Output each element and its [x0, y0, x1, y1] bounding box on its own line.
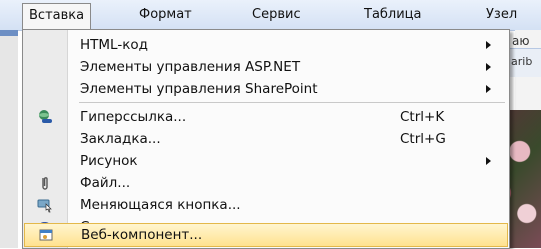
menu-item-hyperlink[interactable]: Гиперссылка... Ctrl+K [24, 106, 508, 128]
document-toolbar-strip: arib [505, 48, 541, 77]
menu-item-label: Веб-компонент... [81, 227, 203, 243]
menu-item-shortcut: Ctrl+G [400, 131, 446, 147]
submenu-arrow-icon [486, 41, 491, 49]
menubar-item-insert[interactable]: Вставка [22, 3, 92, 31]
menubar-item-site[interactable]: Узел [480, 3, 523, 27]
menu-bar: Вставка Формат Сервис Таблица Узел [0, 0, 541, 31]
menu-item-label: Элементы управления SharePoint [80, 81, 318, 97]
menu-item-bookmark[interactable]: Закладка... Ctrl+G [24, 128, 508, 150]
menu-item-web-component[interactable]: Веб-компонент... [24, 223, 508, 247]
menubar-item-format[interactable]: Формат [133, 3, 198, 27]
menu-item-label: Элементы управления ASP.NET [80, 59, 301, 75]
menu-separator [79, 102, 505, 103]
menu-item-sharepoint-controls[interactable]: Элементы управления SharePoint [24, 78, 508, 100]
paperclip-icon [42, 177, 48, 190]
menubar-item-table[interactable]: Таблица [358, 3, 428, 27]
menu-item-picture[interactable]: Рисунок [24, 150, 508, 172]
menu-item-label: Гиперссылка... [80, 109, 187, 125]
menu-item-file[interactable]: Файл... [24, 172, 508, 194]
submenu-arrow-icon [486, 63, 491, 71]
hyperlink-icon [39, 110, 52, 123]
menu-item-label: Меняющаяся кнопка... [80, 197, 241, 213]
document-text: аю [512, 34, 530, 48]
document-strip-text: arib [511, 55, 533, 68]
ruler-marker [0, 30, 18, 36]
left-gutter [0, 30, 18, 248]
web-component-icon [39, 229, 53, 241]
menu-item-aspnet-controls[interactable]: Элементы управления ASP.NET [24, 56, 508, 78]
menu-item-label: Файл... [80, 175, 131, 191]
menu-item-label: Закладка... [80, 131, 161, 147]
submenu-arrow-icon [486, 85, 491, 93]
menu-item-html-code[interactable]: HTML-код [24, 34, 508, 56]
interactive-button-icon [37, 199, 52, 213]
menubar-item-tools[interactable]: Сервис [246, 3, 307, 27]
menu-item-label: Рисунок [80, 153, 138, 169]
menu-item-shortcut: Ctrl+K [400, 109, 445, 125]
menu-item-label: HTML-код [80, 37, 148, 53]
submenu-arrow-icon [486, 157, 491, 165]
insert-menu-dropdown: HTML-код Элементы управления ASP.NET Эле… [22, 29, 510, 249]
menu-item-interactive-button[interactable]: Меняющаяся кнопка... [24, 194, 508, 216]
